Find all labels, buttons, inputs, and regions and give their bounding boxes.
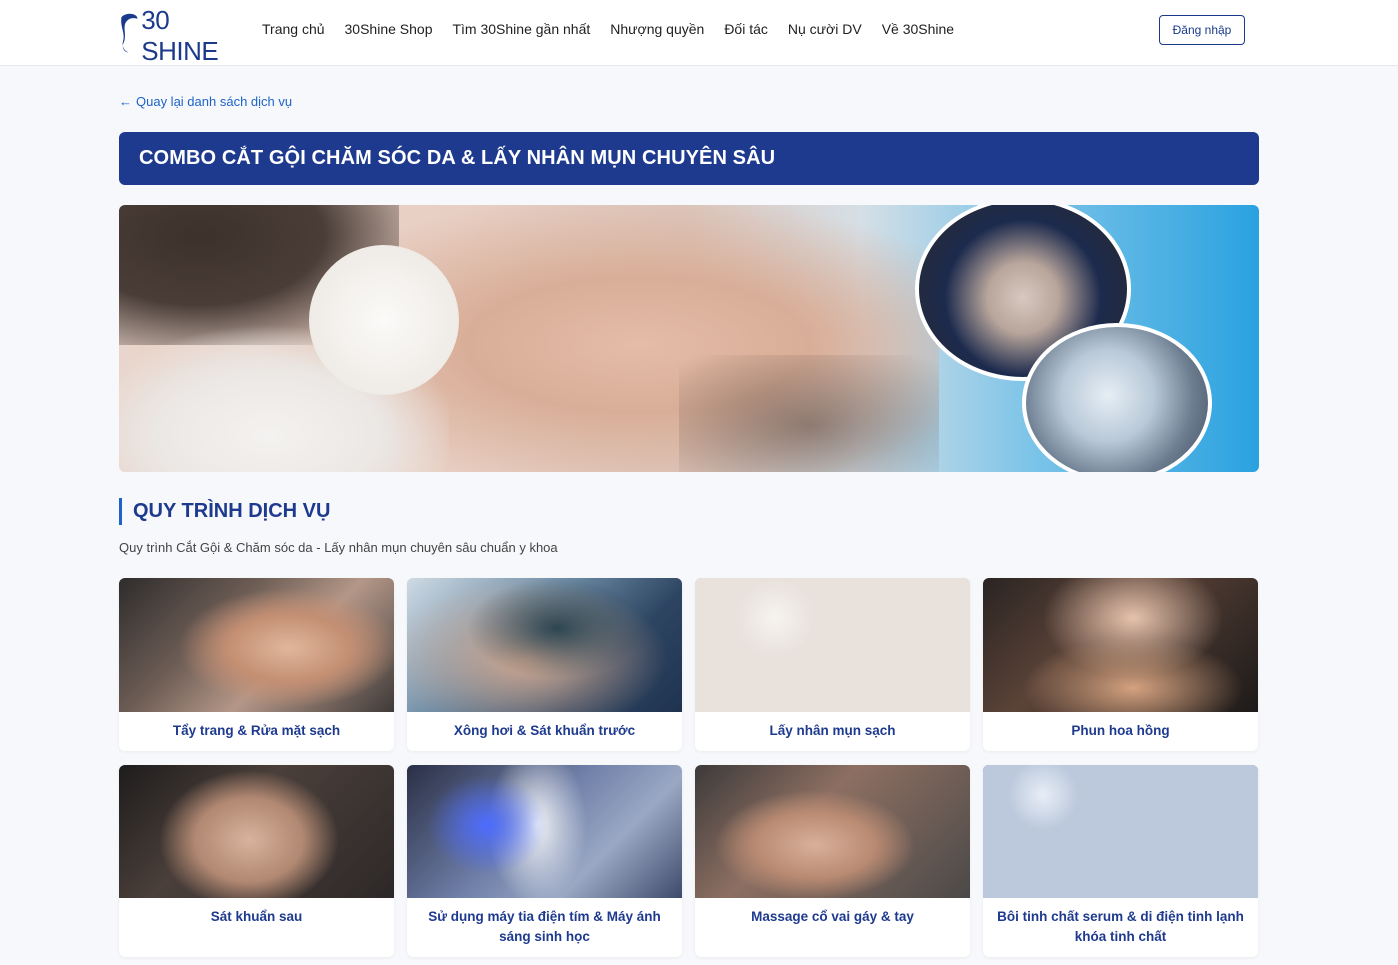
- step-card[interactable]: Massage cổ vai gáy & tay: [695, 765, 970, 957]
- step-card[interactable]: Sử dụng máy tia điện tím & Máy ánh sáng …: [407, 765, 682, 957]
- step-card[interactable]: Phun hoa hồng: [983, 578, 1258, 751]
- service-title-bar: COMBO CẮT GỘI CHĂM SÓC DA & LẤY NHÂN MỤN…: [119, 132, 1259, 185]
- section-title: QUY TRÌNH DỊCH VỤ: [119, 498, 330, 525]
- page-title: COMBO CẮT GỘI CHĂM SÓC DA & LẤY NHÂN MỤN…: [139, 147, 776, 169]
- logo-mark-icon: [121, 13, 138, 53]
- step-label: Sát khuẩn sau: [210, 909, 303, 924]
- step-image: [407, 578, 682, 712]
- section-heading: QUY TRÌNH DỊCH VỤ: [133, 500, 331, 522]
- nav-item-home[interactable]: Trang chủ: [262, 20, 325, 38]
- step-card[interactable]: Sát khuẩn sau: [119, 765, 394, 957]
- arrow-left-icon: ←: [119, 94, 132, 109]
- back-link-label: Quay lại danh sách dịch vụ: [136, 94, 293, 109]
- nav-item-smile[interactable]: Nụ cười DV: [788, 20, 862, 38]
- logo-text: 30 SHINE: [141, 5, 219, 66]
- hero-treatment-photo: [1022, 323, 1212, 472]
- step-card[interactable]: Bôi tinh chất serum & di điện tinh lạnh …: [983, 765, 1258, 957]
- step-card[interactable]: Tẩy trang & Rửa mặt sạch: [119, 578, 394, 751]
- hero-cotton-pad: [309, 245, 459, 395]
- step-image: [983, 578, 1258, 712]
- logo[interactable]: 30 SHINE: [118, 5, 240, 66]
- step-label: Lấy nhân mụn sạch: [769, 723, 896, 738]
- step-label: Tẩy trang & Rửa mặt sạch: [172, 723, 341, 738]
- step-card[interactable]: Lấy nhân mụn sạch: [695, 578, 970, 751]
- step-image: [119, 578, 394, 712]
- step-label: Bôi tinh chất serum & di điện tinh lạnh …: [997, 909, 1244, 944]
- nav-item-franchise[interactable]: Nhượng quyền: [610, 20, 704, 38]
- main-nav: Trang chủ 30Shine Shop Tìm 30Shine gần n…: [262, 20, 974, 38]
- step-image: [119, 765, 394, 898]
- step-card[interactable]: Xông hơi & Sát khuẩn trước: [407, 578, 682, 751]
- step-image: [983, 765, 1258, 898]
- back-to-list-link[interactable]: ← Quay lại danh sách dịch vụ: [119, 94, 292, 109]
- step-image: [695, 578, 970, 712]
- hero-beard: [679, 355, 939, 472]
- step-image: [695, 765, 970, 898]
- step-label: Phun hoa hồng: [1071, 723, 1170, 738]
- top-header: 30 SHINE Trang chủ 30Shine Shop Tìm 30Sh…: [0, 0, 1398, 66]
- step-label: Sử dụng máy tia điện tím & Máy ánh sáng …: [428, 909, 661, 944]
- login-button[interactable]: Đăng nhập: [1159, 15, 1245, 45]
- step-image: [407, 765, 682, 898]
- step-label: Xông hơi & Sát khuẩn trước: [453, 723, 636, 738]
- nav-item-about[interactable]: Về 30Shine: [882, 20, 954, 38]
- nav-item-shop[interactable]: 30Shine Shop: [345, 20, 433, 38]
- step-label: Massage cổ vai gáy & tay: [751, 909, 914, 924]
- nav-item-partners[interactable]: Đối tác: [724, 20, 768, 38]
- nav-item-find-store[interactable]: Tìm 30Shine gần nhất: [452, 20, 590, 38]
- hero-banner-image: [119, 205, 1259, 472]
- section-subtitle: Quy trình Cắt Gội & Chăm sóc da - Lấy nh…: [119, 540, 558, 555]
